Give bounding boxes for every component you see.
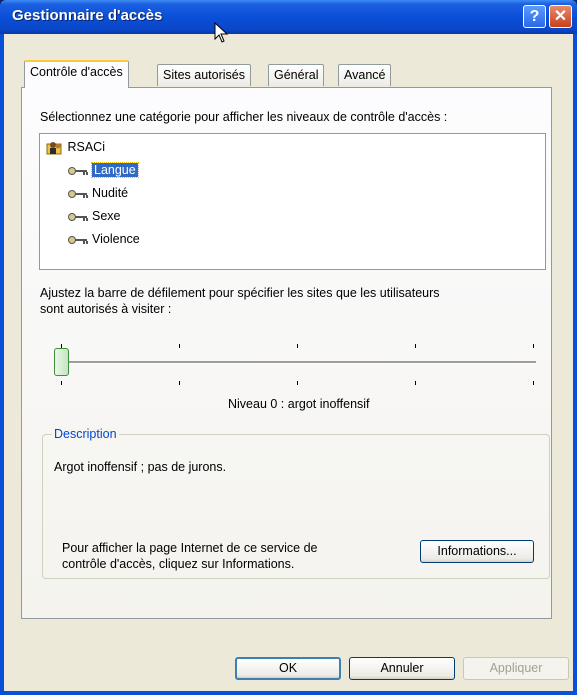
window-title: Gestionnaire d'accès (12, 7, 163, 24)
tab-general[interactable]: Général (268, 64, 325, 86)
tree-item-label: Langue (91, 162, 139, 178)
category-prompt: Sélectionnez une catégorie pour afficher… (40, 110, 448, 124)
help-button[interactable]: ? (523, 5, 546, 28)
info-text-line2: contrôle d'accès, cliquez sur Informatio… (62, 557, 295, 571)
slider-tick (533, 381, 534, 385)
tree-item-sexe[interactable]: Sexe (68, 207, 121, 225)
slider-tick (179, 344, 180, 348)
description-legend: Description (52, 427, 119, 441)
key-icon (68, 235, 88, 244)
people-folder-icon (46, 141, 62, 155)
slider-prompt-line2: sont autorisés à visiter : (40, 302, 172, 316)
key-icon (68, 212, 88, 221)
info-text-line1: Pour afficher la page Internet de ce ser… (62, 541, 318, 555)
tree-root-label: RSACi (67, 140, 105, 154)
title-bar[interactable]: Gestionnaire d'accès ? ✕ (0, 0, 577, 34)
category-tree[interactable]: RSACi Langue Nudité Sexe Violence (39, 133, 546, 270)
slider-tick (297, 344, 298, 348)
cancel-button[interactable]: Annuler (349, 657, 455, 680)
slider-tick (179, 381, 180, 385)
apply-button: Appliquer (463, 657, 569, 680)
slider-tick (533, 344, 534, 348)
slider-tick (415, 344, 416, 348)
ok-button[interactable]: OK (235, 657, 341, 680)
key-icon (68, 189, 88, 198)
tab-approved-sites[interactable]: Sites autorisés (157, 64, 251, 86)
mouse-cursor-icon (214, 22, 229, 43)
slider-track[interactable] (61, 361, 536, 364)
tree-item-label: Nudité (92, 186, 129, 200)
slider-prompt-line1: Ajustez la barre de défilement pour spéc… (40, 286, 440, 300)
tree-item-label: Violence (92, 232, 140, 246)
tab-access-control[interactable]: Contrôle d'accès (24, 60, 129, 88)
slider-tick (297, 381, 298, 385)
tree-root[interactable]: RSACi (46, 138, 105, 156)
dialog-window: Gestionnaire d'accès ? ✕ Contrôle d'accè… (0, 0, 577, 695)
description-text: Argot inoffensif ; pas de jurons. (54, 460, 227, 474)
tree-item-label: Sexe (92, 209, 121, 223)
slider-thumb[interactable] (54, 348, 69, 376)
slider-tick (415, 381, 416, 385)
level-text: Niveau 0 : argot inoffensif (228, 397, 370, 411)
close-button[interactable]: ✕ (549, 5, 572, 28)
key-icon (68, 166, 88, 175)
tree-item-langue[interactable]: Langue (68, 161, 139, 179)
tree-item-violence[interactable]: Violence (68, 230, 140, 248)
tree-item-nudite[interactable]: Nudité (68, 184, 128, 202)
informations-button[interactable]: Informations... (420, 540, 534, 563)
tab-advanced[interactable]: Avancé (338, 64, 392, 86)
slider-tick (61, 381, 62, 385)
